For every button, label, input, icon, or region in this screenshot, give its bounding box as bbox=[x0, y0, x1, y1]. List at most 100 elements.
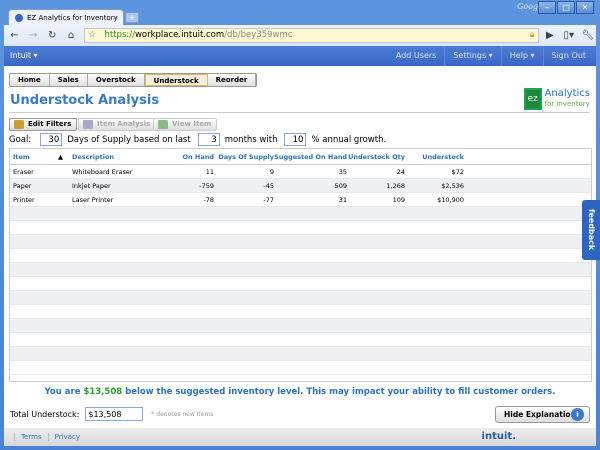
empty-row bbox=[10, 291, 591, 305]
terms-link[interactable]: Terms bbox=[14, 433, 48, 441]
months-input[interactable] bbox=[197, 133, 220, 146]
back-icon[interactable]: ← bbox=[6, 28, 23, 44]
col-understock-qty[interactable]: Understock Qty bbox=[347, 149, 405, 164]
table-row[interactable]: Eraser Whiteboard Eraser 11 9 35 24 $72 bbox=[10, 165, 591, 179]
col-description[interactable]: Description bbox=[72, 149, 152, 164]
tab-reorder[interactable]: Reorder bbox=[207, 74, 257, 86]
maximize-button[interactable]: □ bbox=[557, 1, 575, 14]
privacy-link[interactable]: Privacy bbox=[47, 433, 86, 441]
growth-input[interactable] bbox=[284, 133, 307, 146]
cell: -78 bbox=[203, 196, 214, 204]
url-path: /db/bey359wmc bbox=[224, 30, 293, 40]
nav-tabs: Home Sales Overstock Understock Reorder bbox=[9, 73, 258, 87]
goal-settings: Goal: Days of Supply based on last month… bbox=[9, 133, 386, 146]
cell: Eraser bbox=[13, 168, 34, 176]
empty-row bbox=[10, 263, 591, 277]
empty-row bbox=[10, 361, 591, 375]
feedback-tab[interactable]: feedback bbox=[582, 200, 600, 260]
goal-label: Goal: bbox=[9, 134, 32, 145]
table-row[interactable]: Printer Laser Printer -78 -77 31 109 $10,900 bbox=[10, 193, 591, 207]
days-input[interactable] bbox=[40, 133, 63, 146]
logo-main: Analytics bbox=[544, 88, 590, 99]
empty-row bbox=[10, 221, 591, 235]
explanation-message: You are $13,508 below the suggested inve… bbox=[44, 387, 556, 397]
settings-menu[interactable]: Settings ▾ bbox=[444, 46, 493, 66]
cell: Whiteboard Eraser bbox=[72, 168, 133, 176]
hide-explanation-button[interactable]: Hide Explanation i bbox=[495, 406, 590, 423]
item-analysis-button[interactable]: Item Analysis bbox=[78, 118, 157, 131]
divider bbox=[9, 112, 590, 113]
edit-filters-button[interactable]: Edit Filters bbox=[9, 118, 78, 131]
empty-row bbox=[10, 333, 591, 347]
cell: Paper bbox=[13, 182, 32, 190]
sort-asc-icon: ▲ bbox=[58, 153, 63, 161]
cell: Laser Printer bbox=[72, 196, 114, 204]
cell: -77 bbox=[263, 196, 274, 204]
cell: 24 bbox=[396, 168, 405, 176]
empty-row bbox=[10, 207, 591, 221]
empty-row bbox=[10, 249, 591, 263]
minimize-button[interactable]: – bbox=[538, 1, 556, 14]
add-users-link[interactable]: Add Users bbox=[388, 46, 436, 66]
close-window-button[interactable]: ✕ bbox=[576, 1, 594, 14]
play-icon[interactable]: ▶ bbox=[541, 28, 558, 44]
filter-icon bbox=[14, 120, 24, 129]
url-scheme: https:// bbox=[104, 30, 135, 40]
total-label: Total Understock: bbox=[10, 409, 80, 419]
ez-analytics-logo: ez Analytics for inventory bbox=[523, 88, 590, 110]
new-items-note: * denotes new items bbox=[151, 410, 214, 418]
col-understock[interactable]: Understock bbox=[405, 149, 464, 164]
page-menu-icon[interactable]: ▯▾ bbox=[560, 28, 577, 44]
help-menu[interactable]: Help ▾ bbox=[500, 46, 535, 66]
info-icon: i bbox=[571, 408, 584, 421]
days-text: Days of Supply based on last bbox=[67, 134, 191, 145]
tab-sales[interactable]: Sales bbox=[49, 74, 88, 86]
empty-row bbox=[10, 319, 591, 333]
browser-toolbar: ← → ↻ ⌂ ☆ https://workplace.intuit.com/d… bbox=[4, 25, 596, 46]
lock-icon[interactable]: 🔒︎ bbox=[530, 29, 535, 42]
new-tab-button[interactable]: + bbox=[125, 12, 139, 23]
wrench-icon[interactable]: 🔧︎ bbox=[579, 28, 596, 44]
close-tab-icon[interactable]: × bbox=[112, 10, 118, 26]
home-icon[interactable]: ⌂ bbox=[63, 28, 80, 44]
cell: Inkjet Paper bbox=[72, 182, 111, 190]
col-item[interactable]: Item bbox=[10, 149, 58, 164]
months-text: months with bbox=[224, 134, 278, 145]
bookmark-star-icon[interactable]: ☆ bbox=[89, 29, 97, 42]
cell: 11 bbox=[205, 168, 214, 176]
cell: -759 bbox=[199, 182, 214, 190]
tab-home[interactable]: Home bbox=[10, 74, 50, 86]
below-amount: $13,508 bbox=[83, 387, 123, 397]
col-on-hand[interactable]: On Hand bbox=[152, 149, 214, 164]
intuit-menu[interactable]: Intuit ▾ bbox=[10, 46, 38, 66]
window-controls: – □ ✕ bbox=[537, 1, 594, 14]
page-title: Understock Analysis bbox=[10, 93, 160, 108]
cell: 1,268 bbox=[386, 182, 405, 190]
table-row[interactable]: Paper Inkjet Paper -759 -45 509 1,268 $2,536 bbox=[10, 179, 591, 193]
view-icon bbox=[158, 120, 168, 129]
view-item-button[interactable]: View Item bbox=[153, 118, 218, 131]
tab-understock[interactable]: Understock bbox=[144, 74, 208, 86]
reload-icon[interactable]: ↻ bbox=[44, 28, 61, 44]
cell: 31 bbox=[338, 196, 347, 204]
table-header: Item ▲ Description On Hand Days Of Suppl… bbox=[10, 149, 591, 165]
growth-text: % annual growth. bbox=[311, 134, 387, 145]
total-understock-field[interactable] bbox=[85, 407, 144, 421]
forward-icon[interactable]: → bbox=[25, 28, 42, 44]
page-content: Home Sales Overstock Understock Reorder … bbox=[4, 66, 600, 428]
empty-row bbox=[10, 347, 591, 361]
empty-row bbox=[10, 235, 591, 249]
col-suggested-on-hand[interactable]: Suggested On Hand bbox=[274, 149, 347, 164]
sign-out-link[interactable]: Sign Out bbox=[542, 46, 586, 66]
footer: Terms Privacy intuit. bbox=[4, 428, 596, 446]
browser-window: Google –□✕ EZ Analytics for Inventory ..… bbox=[0, 0, 600, 450]
address-bar[interactable]: ☆ https://workplace.intuit.com/db/bey359… bbox=[83, 28, 540, 43]
tab-overstock[interactable]: Overstock bbox=[87, 74, 145, 86]
chart-icon bbox=[83, 120, 93, 129]
browser-tab[interactable]: EZ Analytics for Inventory ... × bbox=[8, 9, 124, 38]
col-days-of-supply[interactable]: Days Of Supply bbox=[214, 149, 274, 164]
intuit-logo: intuit. bbox=[481, 431, 516, 442]
cell: 35 bbox=[338, 168, 347, 176]
